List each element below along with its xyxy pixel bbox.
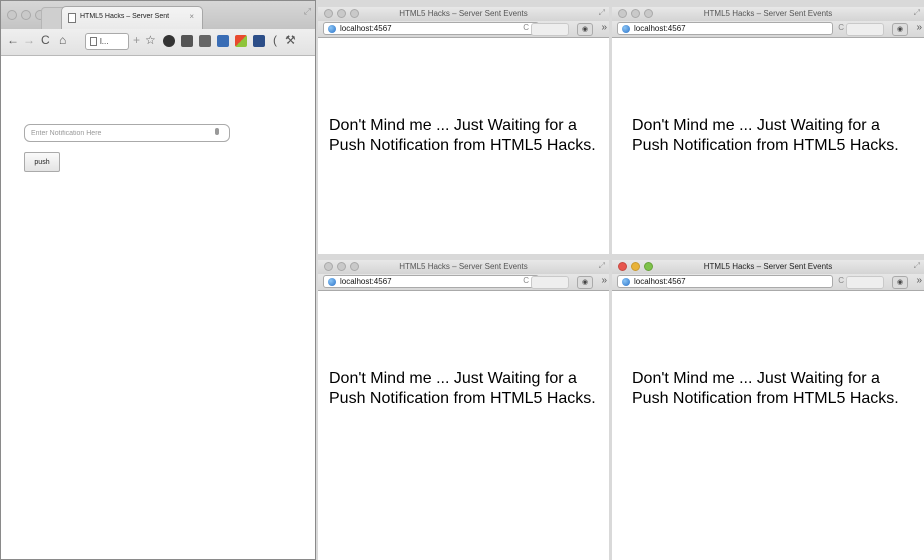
browser-window-bottom-left: HTML5 Hacks – Server Sent Events ⤢ local… bbox=[318, 260, 609, 560]
address-text: localhost:4567 bbox=[340, 24, 392, 33]
page-content: Don't Mind me ... Just Waiting for a Pus… bbox=[612, 291, 924, 560]
globe-icon bbox=[622, 25, 630, 33]
window-title: HTML5 Hacks – Server Sent Events bbox=[703, 262, 833, 271]
stop-icon[interactable]: ◉ bbox=[577, 276, 593, 289]
wrench-icon[interactable]: ⚒ bbox=[285, 33, 296, 47]
extension-icon-3[interactable] bbox=[199, 35, 211, 47]
title-bar: HTML5 Hacks – Server Sent Events ⤢ bbox=[318, 7, 609, 21]
overflow-chevron-icon[interactable]: » bbox=[601, 275, 607, 286]
browser-window-top-left: HTML5 Hacks – Server Sent Events ⤢ local… bbox=[318, 7, 609, 254]
title-bar: HTML5 Hacks – Server Sent Events ⤢ bbox=[612, 260, 924, 274]
add-icon[interactable]: + bbox=[133, 33, 140, 47]
reload-icon[interactable]: C bbox=[838, 23, 844, 32]
window-title: HTML5 Hacks – Server Sent Events bbox=[703, 9, 833, 18]
extension-icon-6[interactable] bbox=[253, 35, 265, 47]
window-controls bbox=[7, 10, 45, 20]
globe-icon bbox=[622, 278, 630, 286]
microphone-icon[interactable] bbox=[215, 128, 219, 135]
title-bar: HTML5 Hacks – Server Sent Events ⤢ bbox=[612, 7, 924, 21]
active-tab[interactable]: HTML5 Hacks – Server Sent × bbox=[61, 6, 203, 31]
browser-window-bottom-right: HTML5 Hacks – Server Sent Events ⤢ local… bbox=[612, 260, 924, 560]
address-text: localhost:4567 bbox=[634, 277, 686, 286]
fullscreen-icon[interactable]: ⤢ bbox=[914, 261, 920, 271]
url-bar: localhost:4567 C ◉ » bbox=[318, 274, 609, 291]
page-content: Don't Mind me ... Just Waiting for a Pus… bbox=[318, 291, 609, 560]
address-bar[interactable]: localhost:4567 bbox=[617, 275, 833, 288]
address-bar[interactable]: localhost:4567 bbox=[617, 22, 833, 35]
fullscreen-icon[interactable]: ⤢ bbox=[304, 6, 311, 17]
reader-button[interactable] bbox=[846, 276, 884, 289]
reader-button[interactable] bbox=[846, 23, 884, 36]
main-browser-window: HTML5 Hacks – Server Sent × ⤢ ← → C ⌂ l.… bbox=[0, 0, 316, 560]
tab-strip: HTML5 Hacks – Server Sent × ⤢ bbox=[1, 1, 315, 31]
forward-arrow-icon[interactable]: → bbox=[23, 33, 35, 47]
address-text: localhost:4567 bbox=[340, 277, 392, 286]
browser-toolbar: ← → C ⌂ l... + ☆ ( ⚒ bbox=[1, 29, 315, 56]
back-arrow-icon[interactable]: ← bbox=[7, 33, 19, 47]
globe-icon bbox=[328, 278, 336, 286]
address-text: localhost:4567 bbox=[634, 24, 686, 33]
tab-title: HTML5 Hacks – Server Sent bbox=[80, 13, 170, 20]
stop-icon[interactable]: ◉ bbox=[892, 276, 908, 289]
waiting-message: Don't Mind me ... Just Waiting for a Pus… bbox=[632, 117, 899, 154]
notification-input[interactable] bbox=[24, 124, 230, 142]
overflow-chevron-icon[interactable]: » bbox=[916, 275, 922, 286]
reload-icon[interactable]: C bbox=[838, 276, 844, 285]
page-content: Don't Mind me ... Just Waiting for a Pus… bbox=[612, 38, 924, 254]
address-bar[interactable]: localhost:4567 bbox=[323, 22, 539, 35]
globe-icon bbox=[328, 25, 336, 33]
waiting-message: Don't Mind me ... Just Waiting for a Pus… bbox=[632, 370, 899, 407]
stop-icon[interactable]: ◉ bbox=[892, 23, 908, 36]
browser-window-top-right: HTML5 Hacks – Server Sent Events ⤢ local… bbox=[612, 7, 924, 254]
page-icon bbox=[90, 37, 97, 46]
fullscreen-icon[interactable]: ⤢ bbox=[599, 8, 605, 18]
extension-icon-5[interactable] bbox=[235, 35, 247, 47]
push-button[interactable]: push bbox=[24, 152, 60, 172]
window-title: HTML5 Hacks – Server Sent Events bbox=[399, 9, 528, 18]
extension-icon-2[interactable] bbox=[181, 35, 193, 47]
window-title: HTML5 Hacks – Server Sent Events bbox=[399, 262, 528, 271]
url-bar: localhost:4567 C ◉ » bbox=[318, 21, 609, 38]
bookmark-star-icon[interactable]: ☆ bbox=[145, 33, 156, 47]
tab-close-icon[interactable]: × bbox=[189, 12, 194, 21]
waiting-message: Don't Mind me ... Just Waiting for a Pus… bbox=[329, 370, 596, 407]
url-bar: localhost:4567 C ◉ » bbox=[612, 21, 924, 38]
extension-icon-7[interactable]: ( bbox=[273, 33, 277, 47]
page-icon bbox=[68, 13, 76, 23]
fullscreen-icon[interactable]: ⤢ bbox=[599, 261, 605, 271]
address-bar[interactable]: l... bbox=[85, 33, 129, 50]
fullscreen-icon[interactable]: ⤢ bbox=[914, 8, 920, 18]
home-icon[interactable]: ⌂ bbox=[59, 33, 66, 47]
address-text: l... bbox=[100, 37, 109, 46]
reload-icon[interactable]: C bbox=[523, 23, 529, 32]
stop-icon[interactable]: ◉ bbox=[577, 23, 593, 36]
reload-icon[interactable]: C bbox=[523, 276, 529, 285]
url-bar: localhost:4567 C ◉ » bbox=[612, 274, 924, 291]
page-content: Don't Mind me ... Just Waiting for a Pus… bbox=[318, 38, 609, 254]
reader-button[interactable] bbox=[531, 276, 569, 289]
waiting-message: Don't Mind me ... Just Waiting for a Pus… bbox=[329, 117, 596, 154]
close-window-button[interactable] bbox=[7, 10, 17, 20]
address-bar[interactable]: localhost:4567 bbox=[323, 275, 539, 288]
overflow-chevron-icon[interactable]: » bbox=[601, 22, 607, 33]
overflow-chevron-icon[interactable]: » bbox=[916, 22, 922, 33]
title-bar: HTML5 Hacks – Server Sent Events ⤢ bbox=[318, 260, 609, 274]
reload-icon[interactable]: C bbox=[41, 33, 50, 47]
extension-icon-1[interactable] bbox=[163, 35, 175, 47]
page-content: push bbox=[1, 56, 315, 559]
extension-icon-4[interactable] bbox=[217, 35, 229, 47]
minimize-window-button[interactable] bbox=[21, 10, 31, 20]
reader-button[interactable] bbox=[531, 23, 569, 36]
